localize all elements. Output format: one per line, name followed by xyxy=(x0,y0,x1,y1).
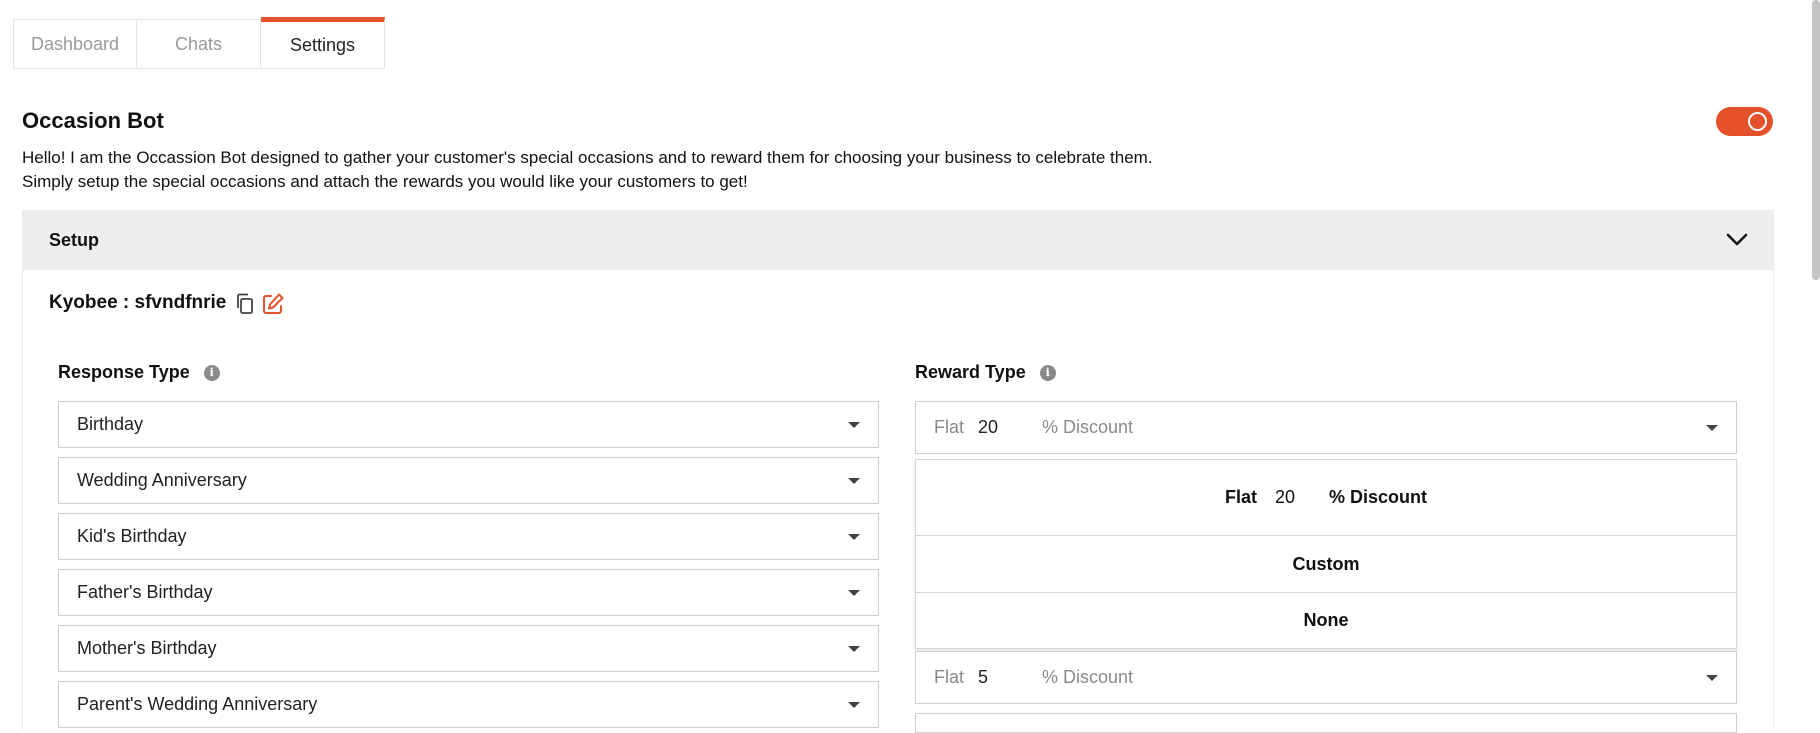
select-value: Parent's Wedding Anniversary xyxy=(77,694,318,714)
reward-type-select[interactable]: Flat 20 % Discount xyxy=(915,401,1737,454)
tab-dashboard[interactable]: Dashboard xyxy=(13,19,137,69)
caret-down-icon xyxy=(848,701,860,708)
page-scrollbar[interactable] xyxy=(1812,0,1820,280)
select-value: Mother's Birthday xyxy=(77,638,217,658)
page-title: Occasion Bot xyxy=(22,108,164,133)
caret-down-icon xyxy=(848,645,860,652)
reward-suffix: % Discount xyxy=(1042,667,1134,687)
response-type-select[interactable]: Birthday xyxy=(58,401,879,448)
response-type-label: Response Type xyxy=(58,362,190,382)
reward-type-label: Reward Type xyxy=(915,362,1026,382)
tab-chats[interactable]: Chats xyxy=(137,19,261,69)
reward-option-none[interactable]: None xyxy=(916,592,1736,648)
option-flat-value[interactable]: 20 xyxy=(1275,487,1295,508)
caret-down-icon xyxy=(1706,674,1718,681)
setup-header-label: Setup xyxy=(49,229,100,250)
setup-panel-header[interactable]: Setup xyxy=(22,210,1774,270)
response-type-select[interactable]: Mother's Birthday xyxy=(58,625,879,672)
option-custom-label: Custom xyxy=(1292,553,1360,574)
description-line-2: Simply setup the special occasions and a… xyxy=(22,172,748,191)
select-value: Birthday xyxy=(77,414,144,434)
tab-bar: Dashboard Chats Settings xyxy=(13,17,385,70)
option-flat-suffix: % Discount xyxy=(1329,487,1428,507)
reward-type-select[interactable]: Flat 5 % Discount xyxy=(915,651,1737,704)
reward-value-input[interactable]: 5 xyxy=(978,667,1028,688)
reward-flat-label: Flat xyxy=(934,667,965,687)
caret-down-icon xyxy=(848,533,860,540)
select-value: Wedding Anniversary xyxy=(77,470,247,490)
response-type-select[interactable]: Wedding Anniversary xyxy=(58,457,879,504)
reward-type-select[interactable] xyxy=(915,713,1737,733)
reward-type-heading: Reward Type i xyxy=(915,362,1056,383)
caret-down-icon xyxy=(848,421,860,428)
reward-dropdown-menu: Flat 20 % Discount Custom None xyxy=(915,459,1737,649)
chevron-down-icon[interactable] xyxy=(1726,230,1748,248)
response-type-select[interactable]: Kid's Birthday xyxy=(58,513,879,560)
edit-icon[interactable] xyxy=(261,292,285,316)
option-none-label: None xyxy=(1303,610,1349,630)
caret-down-icon xyxy=(1706,424,1718,431)
toggle-knob xyxy=(1748,112,1767,131)
select-value: Father's Birthday xyxy=(77,582,213,602)
select-value: Kid's Birthday xyxy=(77,526,187,546)
copy-icon[interactable] xyxy=(235,293,255,315)
option-flat-label: Flat xyxy=(1224,487,1257,507)
reward-flat-label: Flat xyxy=(934,417,965,437)
response-type-select[interactable]: Father's Birthday xyxy=(58,569,879,616)
reward-option-flat[interactable]: Flat 20 % Discount xyxy=(916,460,1736,535)
response-type-select[interactable]: Parent's Wedding Anniversary xyxy=(58,681,879,728)
description-line-1: Hello! I am the Occassion Bot designed t… xyxy=(22,148,1153,167)
tab-settings[interactable]: Settings xyxy=(261,17,385,69)
bot-description: Hello! I am the Occassion Bot designed t… xyxy=(22,146,1153,194)
reward-value-input[interactable]: 20 xyxy=(978,417,1028,438)
info-icon[interactable]: i xyxy=(1039,364,1056,381)
info-icon[interactable]: i xyxy=(203,364,220,381)
reward-option-custom[interactable]: Custom xyxy=(916,535,1736,592)
caret-down-icon xyxy=(848,589,860,596)
bot-identifier: Kyobee : sfvndfnrie xyxy=(49,292,227,313)
reward-suffix: % Discount xyxy=(1042,417,1134,437)
bot-enabled-toggle[interactable] xyxy=(1716,107,1773,136)
response-type-heading: Response Type i xyxy=(58,362,220,383)
caret-down-icon xyxy=(848,477,860,484)
